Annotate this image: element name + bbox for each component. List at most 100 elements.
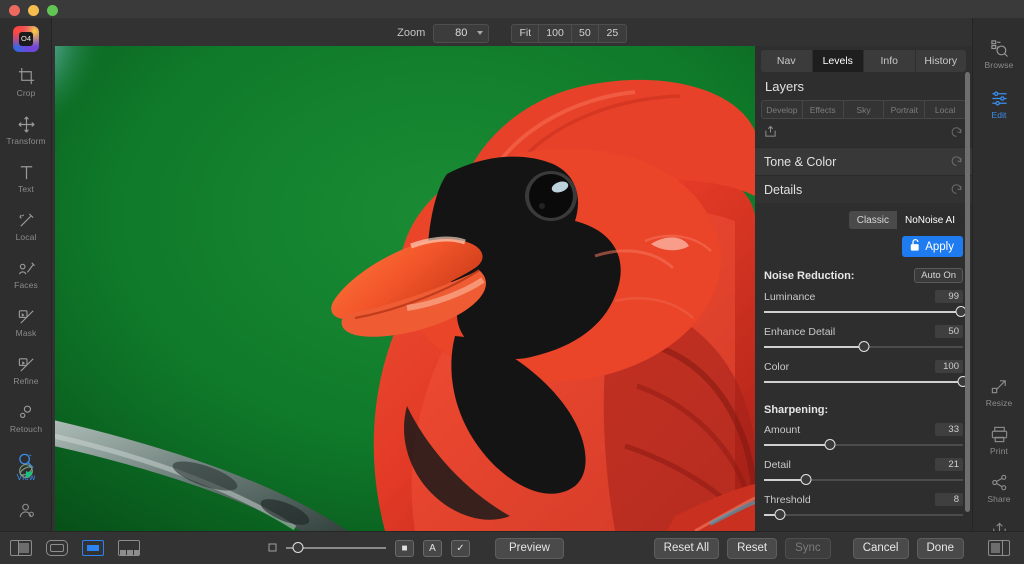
apply-button[interactable]: Apply [902, 236, 963, 257]
slider-amount[interactable]: Amount 33 [764, 423, 963, 451]
slider-rail [764, 514, 963, 516]
zoom-preset-100[interactable]: 100 [539, 24, 572, 42]
single-view-icon[interactable] [82, 540, 104, 556]
slider-fill [764, 311, 961, 313]
slider-knob[interactable] [292, 542, 304, 553]
rail-browse[interactable]: Browse [973, 30, 1024, 78]
checkmark-button[interactable]: ✓ [451, 539, 470, 557]
minimize-button[interactable] [28, 5, 39, 16]
rail-share[interactable]: Share [973, 464, 1024, 512]
retouch-icon [17, 403, 36, 422]
slider-knob[interactable] [800, 474, 812, 485]
zoom-value: 80 [455, 27, 468, 39]
tool-label: Refine [13, 375, 39, 386]
tab-info[interactable]: Info [864, 50, 916, 72]
layer-type-sky[interactable]: Sky [844, 101, 885, 118]
slider-knob[interactable] [824, 439, 836, 450]
close-button[interactable] [9, 5, 20, 16]
slider-enhance-detail[interactable]: Enhance Detail 50 [764, 325, 963, 353]
tool-transform[interactable]: Transform [0, 106, 52, 154]
user-account-icon[interactable] [0, 493, 52, 527]
layer-type-develop[interactable]: Develop [762, 101, 803, 118]
right-panel-toggle-icon[interactable] [988, 540, 1010, 556]
noise-reduction-header: Noise Reduction: Auto On [764, 268, 963, 283]
tool-local[interactable]: Local [0, 202, 52, 250]
zoom-select[interactable]: 80 [433, 23, 490, 43]
tool-faces[interactable]: Faces [0, 250, 52, 298]
rail-resize[interactable]: Resize [973, 368, 1024, 416]
rail-edit[interactable]: Edit [973, 80, 1024, 128]
layer-type-local[interactable]: Local [925, 101, 965, 118]
zoom-preset-25[interactable]: 25 [599, 25, 626, 42]
section-tone-and-color[interactable]: Tone & Color [755, 147, 972, 175]
square-button[interactable]: ■ [395, 539, 414, 557]
slider-track[interactable] [764, 306, 967, 318]
photo-northern-cardinal [55, 46, 755, 531]
slider-knob[interactable] [858, 341, 869, 352]
zoom-presets: Fit 100 50 25 [511, 23, 627, 43]
slider-track[interactable] [764, 474, 963, 486]
preview-button[interactable]: Preview [495, 537, 564, 559]
tool-refine[interactable]: Refine [0, 346, 52, 394]
letter-a-button[interactable]: A [423, 539, 442, 557]
tab-levels[interactable]: Levels [812, 50, 864, 72]
slider-track[interactable] [764, 509, 963, 521]
slider-label: Enhance Detail [764, 325, 836, 338]
fullscreen-icon[interactable] [46, 540, 68, 556]
reset-arrow-icon[interactable] [950, 154, 963, 170]
section-details[interactable]: Details [755, 175, 972, 203]
slider-color[interactable]: Color 100 [764, 360, 969, 388]
slider-knob[interactable] [774, 509, 786, 520]
apply-label: Apply [925, 240, 954, 253]
tab-nav[interactable]: Nav [761, 50, 813, 72]
panel-toggle-icon[interactable] [10, 540, 32, 556]
reset-all-button[interactable]: Reset All [653, 537, 720, 559]
tab-history[interactable]: History [916, 50, 967, 72]
slider-track[interactable] [764, 341, 963, 353]
panel-scrollbar[interactable] [965, 72, 970, 512]
letter-a-glyph: A [429, 542, 436, 554]
slider-luminance[interactable]: Luminance 99 [764, 290, 967, 318]
mask-icon [17, 307, 36, 326]
reset-arrow-icon[interactable] [950, 182, 963, 198]
denoise-mode-segment: Classic NoNoise AI [764, 211, 963, 229]
app-logo-icon: O4 [13, 26, 39, 52]
image-canvas[interactable] [55, 46, 755, 531]
slider-track[interactable] [764, 439, 963, 451]
zoom-preset-50[interactable]: 50 [572, 24, 599, 42]
filmstrip-icon[interactable] [118, 540, 140, 556]
action-buttons-group: Reset All Reset Sync Cancel Done [653, 537, 964, 559]
layer-type-effects[interactable]: Effects [803, 101, 844, 118]
tool-mask[interactable]: Mask [0, 298, 52, 346]
slider-detail[interactable]: Detail 21 [764, 458, 963, 486]
mode-nonoise-ai[interactable]: NoNoise AI [896, 211, 963, 229]
slider-value: 99 [935, 290, 963, 303]
rail-label: Share [987, 493, 1011, 504]
mode-classic[interactable]: Classic [849, 211, 897, 229]
color-wheel-icon[interactable] [0, 454, 52, 488]
rail-print[interactable]: Print [973, 416, 1024, 464]
tool-text[interactable]: Text [0, 154, 52, 202]
chevron-down-icon [477, 31, 484, 35]
opacity-slider[interactable] [286, 542, 386, 554]
auto-on-button[interactable]: Auto On [914, 268, 963, 283]
tool-retouch[interactable]: Retouch [0, 394, 52, 442]
maximize-button[interactable] [47, 5, 58, 16]
local-icon [17, 211, 36, 230]
sharpening-title: Sharpening: [764, 404, 829, 416]
zoom-preset-fit[interactable]: Fit [512, 24, 540, 42]
reset-button[interactable]: Reset [727, 537, 778, 559]
rail-label: Edit [991, 109, 1007, 120]
layer-type-portrait[interactable]: Portrait [884, 101, 926, 118]
tool-crop[interactable]: Crop [0, 58, 52, 106]
rail-label: Resize [985, 397, 1013, 408]
slider-threshold[interactable]: Threshold 8 [764, 493, 963, 521]
share-icon [990, 473, 1009, 492]
reset-arrow-icon[interactable] [950, 125, 963, 143]
preview-label: Preview [509, 542, 550, 554]
cancel-button[interactable]: Cancel [852, 537, 909, 559]
tool-label: Mask [15, 327, 37, 338]
slider-track[interactable] [764, 376, 969, 388]
add-layer-icon[interactable] [764, 125, 777, 143]
done-button[interactable]: Done [916, 537, 964, 559]
